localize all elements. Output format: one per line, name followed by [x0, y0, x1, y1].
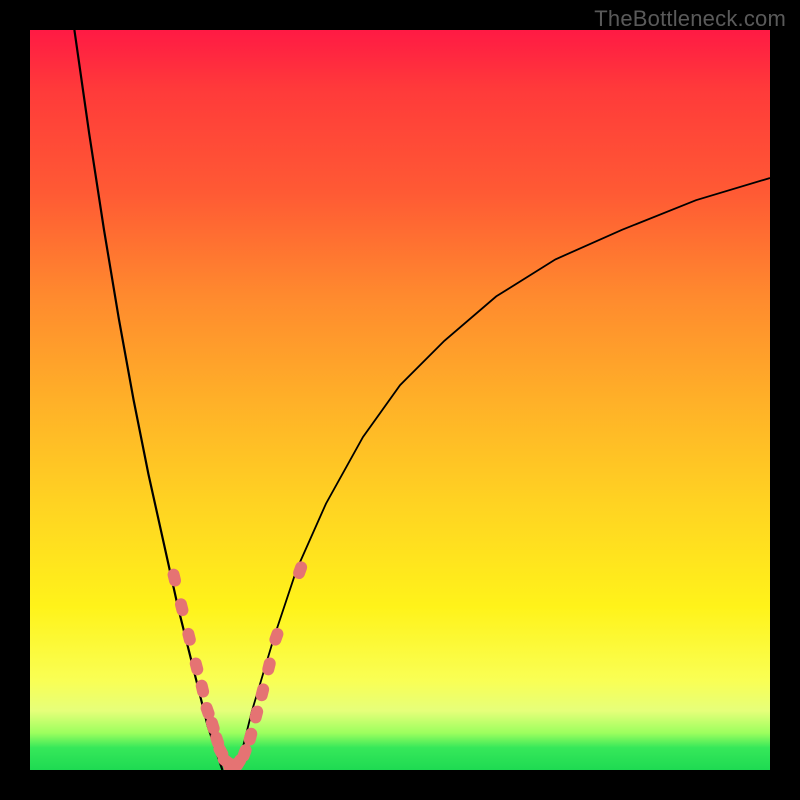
black-frame: TheBottleneck.com	[0, 0, 800, 800]
chart-svg	[30, 30, 770, 770]
marker-dot	[254, 682, 270, 702]
marker-dot	[248, 704, 264, 724]
left-curve	[74, 30, 222, 770]
right-curve	[237, 178, 770, 770]
plot-area	[30, 30, 770, 770]
watermark-text: TheBottleneck.com	[594, 6, 786, 32]
marker-dot	[242, 726, 258, 746]
marker-group	[166, 560, 308, 770]
marker-dot	[166, 567, 182, 587]
marker-dot	[268, 626, 285, 647]
